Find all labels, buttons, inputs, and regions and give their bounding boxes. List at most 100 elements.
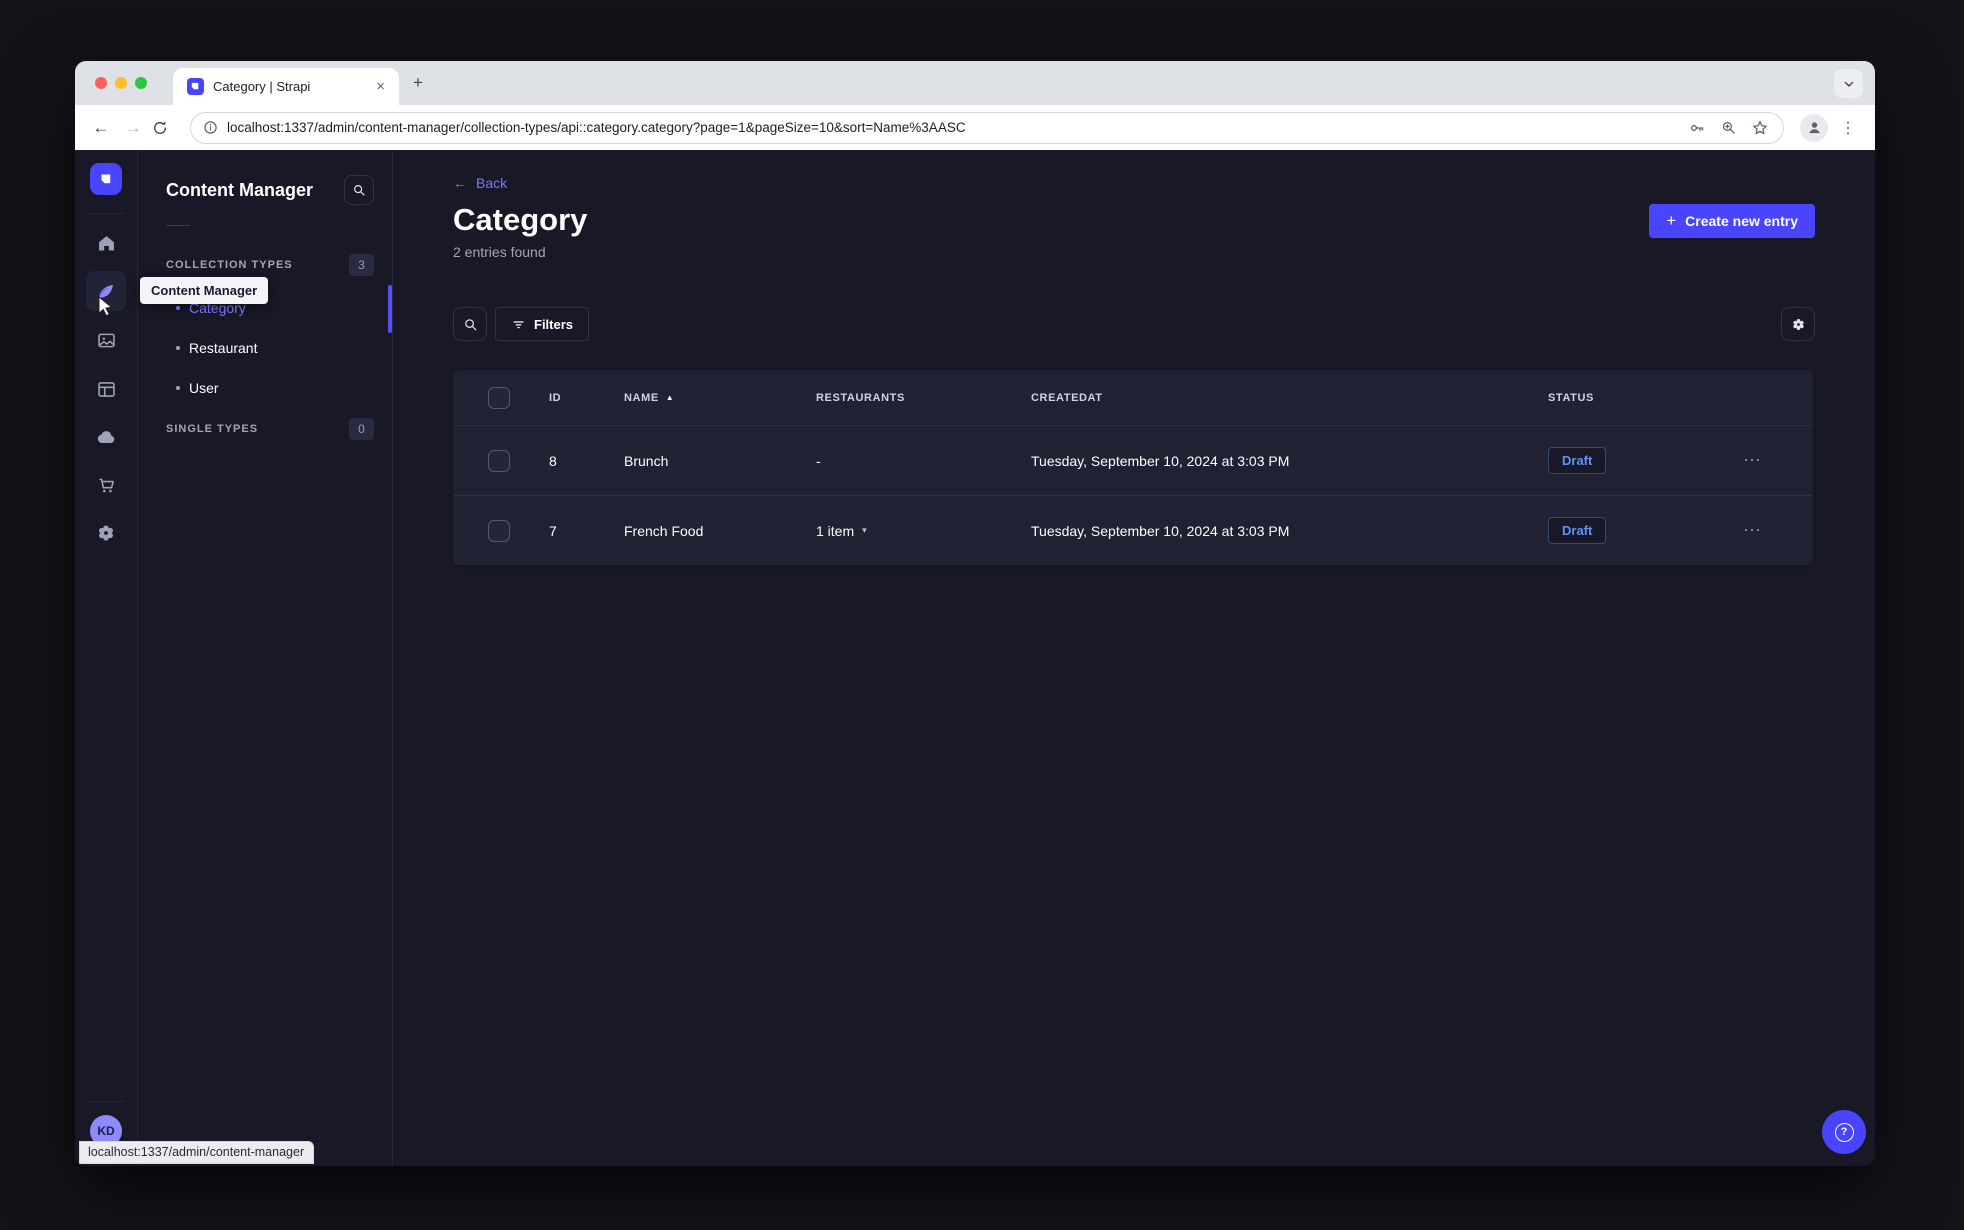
sidebar-item-media-library[interactable]	[86, 320, 126, 360]
subnav-title: Content Manager	[166, 179, 314, 200]
table-search-button[interactable]	[453, 307, 487, 341]
strapi-logo[interactable]	[90, 163, 122, 195]
sidebar-item-marketplace[interactable]	[86, 465, 126, 505]
strapi-app: KD Content Manager COLLECTION TYPES 3 Ca…	[75, 150, 1875, 1166]
subnav-item-label: User	[189, 380, 219, 396]
zoom-page-icon[interactable]	[1720, 119, 1737, 136]
row-checkbox[interactable]	[488, 519, 510, 542]
browser-toolbar: ← → localhost:1337/admin/content-manager…	[75, 105, 1875, 150]
column-restaurants: RESTAURANTS	[816, 391, 905, 404]
site-info-icon[interactable]	[203, 120, 218, 135]
url-bar[interactable]: localhost:1337/admin/content-manager/col…	[190, 111, 1784, 144]
sort-asc-icon: ▲	[665, 393, 675, 402]
column-name-label: NAME	[624, 391, 659, 404]
cell-restaurants[interactable]: 1 item ▾	[816, 523, 1031, 539]
entries-count: 2 entries found	[453, 244, 546, 260]
create-new-entry-button[interactable]: + Create new entry	[1649, 204, 1815, 238]
entries-table: ID NAME ▲ RESTAURANTS CREATEDAT STATUS 8…	[453, 370, 1813, 565]
cell-id: 8	[549, 452, 557, 469]
zoom-window-button[interactable]	[135, 77, 147, 89]
tab-close-icon[interactable]: ×	[372, 78, 389, 95]
sidebar-item-deploy-cloud[interactable]	[86, 417, 126, 457]
cell-createdat: Tuesday, September 10, 2024 at 3:03 PM	[1031, 522, 1290, 539]
strapi-favicon	[187, 78, 204, 95]
row-actions-icon[interactable]: ⋯	[1743, 520, 1813, 541]
rail-divider-bottom	[87, 1101, 125, 1102]
subnav-search-button[interactable]	[344, 175, 374, 205]
sidebar-item-home[interactable]	[86, 223, 126, 263]
subnav-divider	[166, 225, 190, 226]
active-nav-indicator	[388, 285, 392, 333]
rail-divider	[87, 213, 125, 214]
back-label: Back	[476, 175, 508, 191]
cell-id: 7	[549, 522, 557, 539]
collection-types-count: 3	[349, 254, 374, 276]
single-types-count: 0	[349, 418, 374, 440]
filters-label: Filters	[534, 316, 574, 332]
omnibox-actions	[1688, 119, 1777, 137]
main-content: ← Back Category 2 entries found + Create…	[393, 150, 1875, 1166]
bullet-icon	[176, 386, 180, 390]
browser-back-button[interactable]: ←	[88, 118, 114, 138]
restaurants-count: 1 item	[816, 522, 855, 539]
single-types-label: SINGLE TYPES	[166, 423, 259, 435]
table-row[interactable]: 7 French Food 1 item ▾ Tuesday, Septembe…	[453, 495, 1813, 565]
mouse-cursor	[97, 296, 115, 316]
url-text[interactable]: localhost:1337/admin/content-manager/col…	[227, 120, 1679, 135]
bookmark-star-icon[interactable]	[1751, 119, 1769, 137]
back-link[interactable]: ← Back	[453, 175, 507, 191]
collection-types-list: Category Restaurant User	[138, 288, 392, 408]
bullet-icon	[176, 346, 180, 350]
subnav-item-restaurant[interactable]: Restaurant	[138, 328, 392, 368]
column-status: STATUS	[1548, 391, 1594, 404]
bullet-icon	[176, 306, 180, 310]
cell-createdat: Tuesday, September 10, 2024 at 3:03 PM	[1031, 452, 1290, 469]
close-window-button[interactable]	[95, 77, 107, 89]
cell-name: Brunch	[624, 452, 669, 469]
table-settings-button[interactable]	[1781, 307, 1815, 341]
tab-search-button[interactable]	[1834, 69, 1863, 98]
column-id: ID	[549, 391, 562, 404]
page-title: Category	[453, 202, 588, 237]
tab-strip: Category | Strapi × +	[75, 61, 1875, 105]
table-row[interactable]: 8 Brunch - Tuesday, September 10, 2024 a…	[453, 425, 1813, 495]
cell-name: French Food	[624, 522, 704, 539]
content-manager-tooltip: Content Manager	[140, 277, 269, 304]
subnav-item-user[interactable]: User	[138, 368, 392, 408]
collection-types-label: COLLECTION TYPES	[166, 259, 293, 271]
chevron-down-icon: ▾	[862, 525, 867, 535]
cell-restaurants: -	[816, 452, 821, 469]
password-key-icon[interactable]	[1688, 119, 1706, 137]
browser-reload-button[interactable]	[152, 120, 178, 136]
subnav-item-label: Restaurant	[189, 340, 258, 356]
help-icon: ?	[1834, 1122, 1854, 1142]
filters-button[interactable]: Filters	[495, 307, 590, 341]
new-tab-button[interactable]: +	[413, 73, 423, 93]
browser-tab[interactable]: Category | Strapi ×	[173, 68, 399, 105]
main-nav-rail: KD	[75, 150, 138, 1166]
back-arrow-icon: ←	[453, 175, 467, 191]
link-status-bubble: localhost:1337/admin/content-manager	[79, 1141, 315, 1164]
create-button-label: Create new entry	[1685, 213, 1798, 229]
sidebar-item-content-type-builder[interactable]	[86, 369, 126, 409]
column-name-sort[interactable]: NAME ▲	[624, 392, 816, 404]
row-checkbox[interactable]	[488, 449, 510, 472]
status-badge: Draft	[1548, 517, 1607, 544]
filter-icon	[513, 320, 524, 328]
tab-title: Category | Strapi	[213, 79, 311, 94]
table-header: ID NAME ▲ RESTAURANTS CREATEDAT STATUS	[453, 370, 1813, 425]
browser-window: Category | Strapi × + ← → localhost:1337…	[75, 61, 1875, 1166]
row-actions-icon[interactable]: ⋯	[1743, 450, 1813, 471]
browser-menu-icon[interactable]: ⋮	[1834, 118, 1862, 138]
column-createdat: CREATEDAT	[1031, 391, 1103, 404]
help-button[interactable]: ?	[1822, 1110, 1866, 1154]
browser-forward-button[interactable]: →	[120, 118, 146, 138]
minimize-window-button[interactable]	[115, 77, 127, 89]
status-badge: Draft	[1548, 447, 1607, 474]
sidebar-item-settings[interactable]	[86, 513, 126, 553]
content-manager-subnav: Content Manager COLLECTION TYPES 3 Categ…	[138, 150, 393, 1166]
select-all-checkbox[interactable]	[488, 386, 510, 409]
plus-icon: +	[1666, 211, 1677, 230]
browser-profile-avatar[interactable]	[1800, 113, 1828, 142]
traffic-lights	[95, 77, 147, 89]
